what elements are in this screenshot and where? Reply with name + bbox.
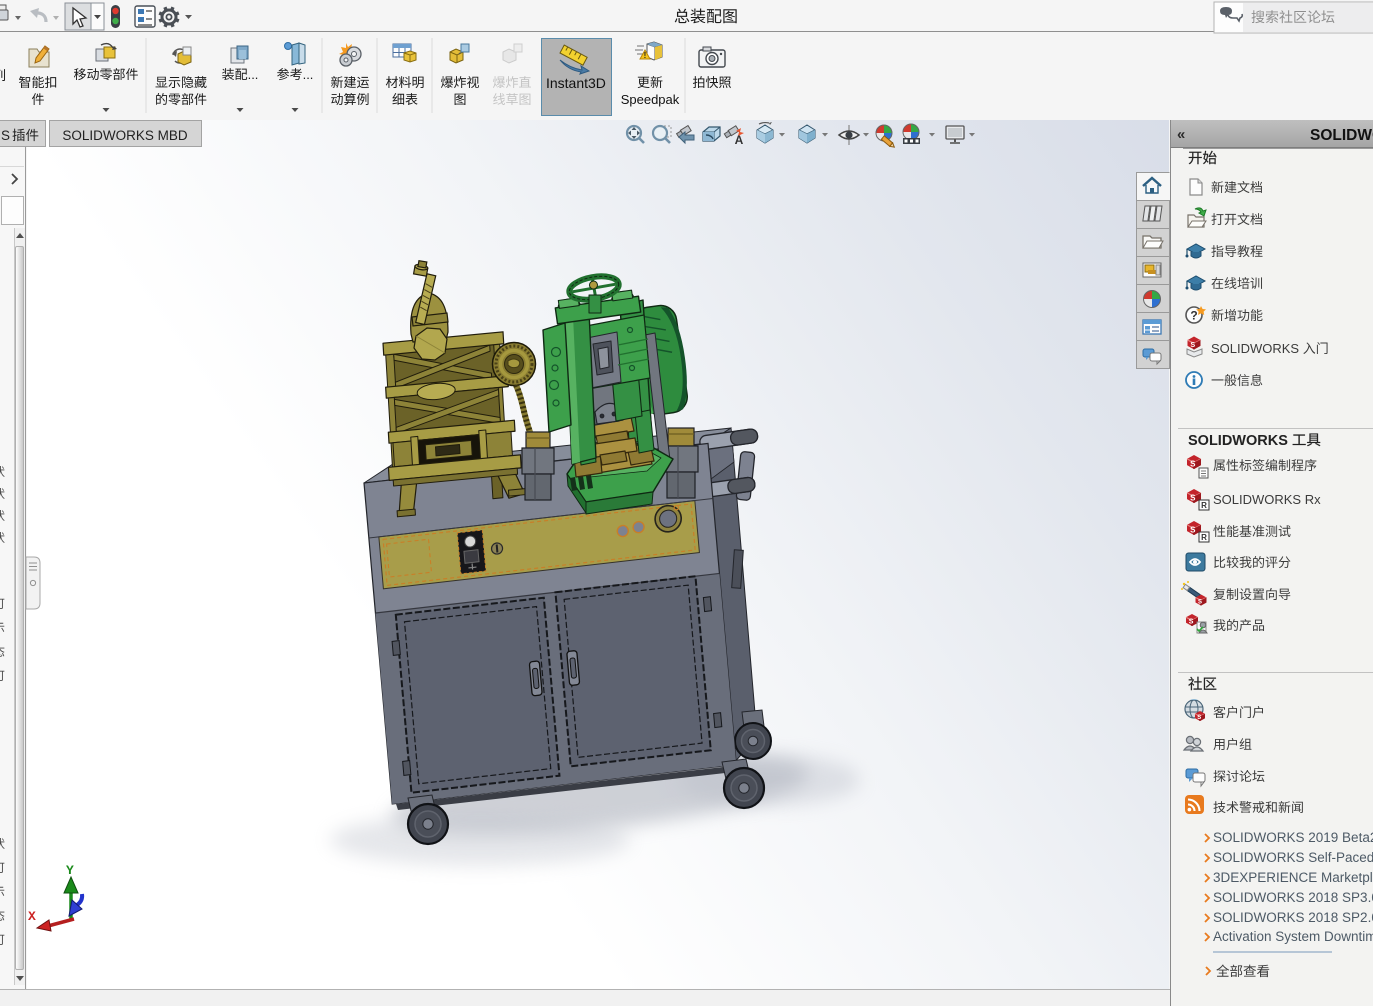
- svg-text:X: X: [28, 909, 36, 924]
- svg-text:Y: Y: [66, 863, 74, 878]
